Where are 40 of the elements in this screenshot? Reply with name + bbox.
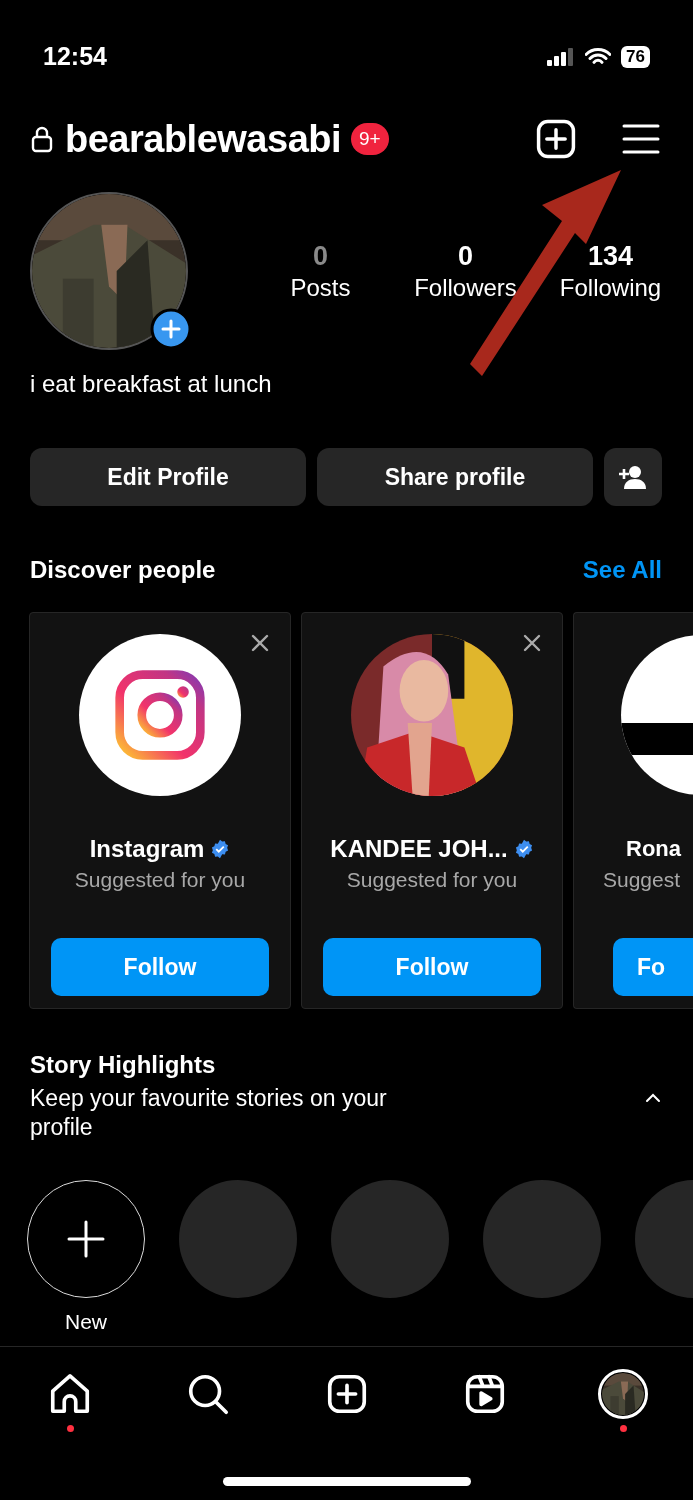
stat-count: 0 <box>458 240 473 273</box>
add-person-button[interactable] <box>604 448 662 506</box>
suggestion-reason: Suggested for you <box>74 867 246 893</box>
plus-icon <box>66 1219 106 1259</box>
suggestion-reason: Suggested for you <box>346 867 518 893</box>
suggestion-reason: Suggest <box>602 867 681 893</box>
lock-icon <box>31 125 53 153</box>
add-person-icon <box>619 465 647 489</box>
bio: i eat breakfast at lunch <box>29 369 273 399</box>
signal-icon <box>547 48 576 66</box>
camera-logo-icon <box>112 667 208 763</box>
highlight-label: New <box>65 1309 107 1335</box>
stat-count: 0 <box>313 240 328 273</box>
suggested-name[interactable]: Instagram <box>89 834 205 864</box>
section-description: Keep your favourite stories on your profile <box>30 1084 388 1142</box>
chevron-icon[interactable] <box>645 1093 661 1103</box>
profile-button[interactable]: Share profile <box>317 448 593 506</box>
verified-badge-icon <box>513 839 534 859</box>
battery-indicator: 76 <box>621 46 650 68</box>
notification-count: 9+ <box>351 123 389 155</box>
status-time: 12:54 <box>43 41 107 73</box>
stat-label[interactable]: Followers <box>414 273 517 303</box>
see-all-link[interactable]: See All <box>582 552 662 588</box>
stat-label[interactable]: Posts <box>290 273 351 303</box>
suggested-name[interactable]: KANDEE JOH... <box>330 834 508 864</box>
profile-button[interactable]: Edit Profile <box>30 448 306 506</box>
verified-badge-icon <box>210 839 231 859</box>
plus-square-icon[interactable] <box>534 117 578 161</box>
menu-icon[interactable] <box>622 123 660 155</box>
close-icon[interactable] <box>250 633 270 653</box>
wifi-icon <box>585 47 612 67</box>
stat-count: 134 <box>587 240 634 273</box>
username[interactable]: bearablewasabi <box>65 110 342 168</box>
close-icon[interactable] <box>522 633 542 653</box>
profile-tab[interactable] <box>598 1369 648 1419</box>
suggested-name[interactable]: Rona <box>626 834 681 864</box>
section-title: Story Highlights <box>30 1050 217 1080</box>
add-story-icon[interactable] <box>150 308 192 350</box>
stat-label[interactable]: Following <box>559 273 662 303</box>
section-title: Discover people <box>30 555 216 585</box>
